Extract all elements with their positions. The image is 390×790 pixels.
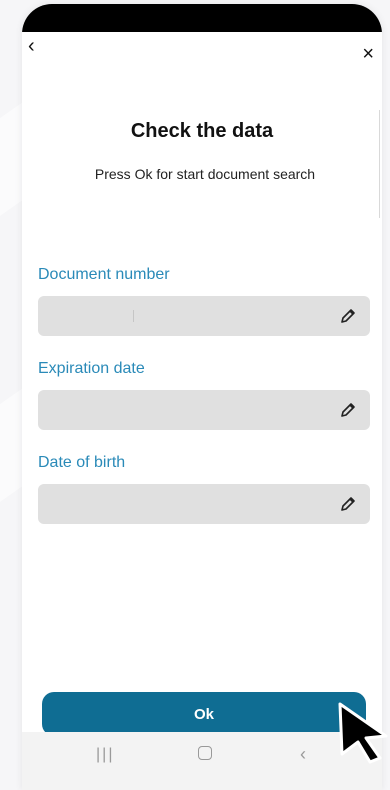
back-button[interactable]: ‹	[28, 36, 35, 56]
expiration-date-field[interactable]	[38, 390, 370, 430]
mouse-pointer-icon	[338, 702, 388, 764]
close-button[interactable]: ×	[362, 44, 374, 64]
screen: ‹ × Check the data Press Ok for start do…	[22, 32, 382, 736]
status-bar	[22, 4, 382, 32]
edit-pencil-icon[interactable]	[338, 306, 358, 326]
system-back-button[interactable]: ‹	[300, 744, 306, 765]
edit-pencil-icon[interactable]	[338, 400, 358, 420]
text-caret	[133, 310, 134, 322]
expiration-date-label: Expiration date	[38, 360, 145, 377]
recents-button[interactable]: |||	[96, 746, 114, 764]
page-title: Check the data	[130, 120, 274, 142]
home-button[interactable]	[198, 746, 212, 760]
page-subtitle: Press Ok for start document search	[94, 166, 316, 182]
system-nav-bar: ||| ‹	[22, 732, 382, 790]
phone-frame: ‹ × Check the data Press Ok for start do…	[22, 4, 382, 790]
edit-pencil-icon[interactable]	[338, 494, 358, 514]
ok-button[interactable]: Ok	[42, 692, 366, 736]
date-of-birth-field[interactable]	[38, 484, 370, 524]
date-of-birth-label: Date of birth	[38, 454, 126, 471]
document-number-field[interactable]	[38, 296, 370, 336]
document-number-label: Document number	[38, 266, 170, 283]
